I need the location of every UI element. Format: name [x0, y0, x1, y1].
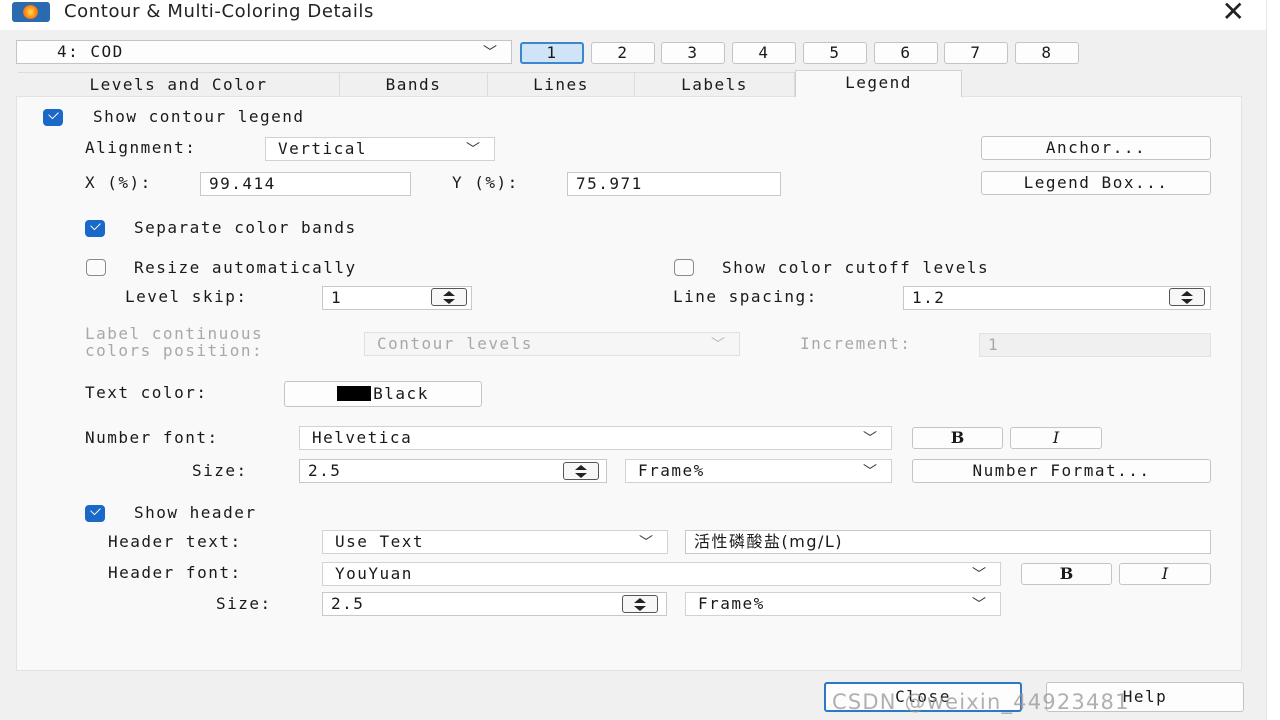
alignment-label: Alignment: — [85, 138, 197, 157]
label-position-value: Contour levels — [377, 334, 533, 353]
text-color-value: Black — [373, 384, 429, 403]
cutoff-label: Show color cutoff levels — [722, 258, 990, 277]
tab-legend[interactable]: Legend — [795, 70, 962, 97]
resize-label: Resize automatically — [134, 258, 357, 277]
number-font-dropdown[interactable]: Helvetica ﹀ — [299, 426, 892, 450]
header-text-label: Header text: — [108, 532, 242, 551]
header-text-mode-dropdown[interactable]: Use Text ﹀ — [322, 530, 668, 554]
tab-levels-and-color[interactable]: Levels and Color — [18, 72, 340, 96]
line-spacing-input[interactable]: 1.2 — [903, 286, 1211, 310]
zone-button-6[interactable]: 6 — [874, 42, 938, 64]
label-position-dropdown[interactable]: Contour levels ﹀ — [364, 332, 740, 356]
header-font-italic-button[interactable]: I — [1119, 563, 1211, 585]
window-title: Contour & Multi-Coloring Details — [64, 1, 374, 22]
anchor-button[interactable]: Anchor... — [981, 136, 1211, 160]
chevron-down-icon: ﹀ — [483, 45, 497, 61]
zone-button-7[interactable]: 7 — [944, 42, 1008, 64]
increment-label: Increment: — [800, 334, 912, 353]
header-size-units-dropdown[interactable]: Frame% ﹀ — [685, 592, 1001, 616]
text-color-button[interactable]: Black — [284, 381, 482, 407]
window-edge — [1266, 0, 1280, 720]
zone-button-2[interactable]: 2 — [591, 42, 655, 64]
label-continuous-label-line2: colors position: — [85, 341, 264, 360]
show-header-checkbox[interactable] — [85, 505, 105, 522]
level-skip-label: Level skip: — [125, 287, 248, 306]
header-font-dropdown[interactable]: YouYuan ﹀ — [322, 562, 1001, 586]
chevron-down-icon: ﹀ — [639, 535, 653, 551]
header-size-units-value: Frame% — [698, 594, 765, 613]
text-color-swatch — [337, 386, 372, 401]
legend-box-button[interactable]: Legend Box... — [981, 171, 1211, 195]
increment-input[interactable]: 1 — [979, 333, 1211, 357]
show-legend-checkbox[interactable] — [43, 109, 63, 126]
y-label: Y (%): — [452, 173, 519, 192]
line-spacing-spinner[interactable] — [1169, 288, 1205, 306]
resize-checkbox[interactable] — [86, 259, 106, 276]
number-font-value: Helvetica — [312, 428, 413, 447]
number-size-spinner[interactable] — [563, 462, 599, 480]
tab-bands[interactable]: Bands — [340, 72, 488, 96]
number-size-input[interactable]: 2.5 — [299, 459, 607, 483]
zone-select-value: 4: COD — [57, 42, 124, 61]
separate-bands-checkbox[interactable] — [85, 220, 105, 237]
number-size-units-value: Frame% — [638, 461, 705, 480]
line-spacing-label: Line spacing: — [673, 287, 818, 306]
level-skip-spinner[interactable] — [431, 288, 467, 306]
zone-button-8[interactable]: 8 — [1015, 42, 1079, 64]
alignment-value: Vertical — [278, 139, 368, 158]
number-font-label: Number font: — [85, 428, 219, 447]
header-font-label: Header font: — [108, 563, 242, 582]
number-font-italic-button[interactable]: I — [1010, 427, 1102, 449]
separate-bands-label: Separate color bands — [134, 218, 357, 237]
chevron-down-icon: ﹀ — [466, 142, 480, 158]
watermark: CSDN @weixin_44923481 — [832, 690, 1130, 714]
header-text-mode-value: Use Text — [335, 532, 425, 551]
app-icon — [12, 2, 50, 22]
chevron-down-icon: ﹀ — [711, 337, 725, 353]
alignment-dropdown[interactable]: Vertical ﹀ — [265, 137, 495, 161]
show-header-label: Show header — [134, 503, 257, 522]
chevron-down-icon: ﹀ — [863, 464, 877, 480]
x-label: X (%): — [85, 173, 152, 192]
header-font-value: YouYuan — [335, 564, 413, 583]
zone-button-1[interactable]: 1 — [520, 42, 584, 64]
chevron-down-icon: ﹀ — [863, 431, 877, 447]
chevron-down-icon: ﹀ — [972, 597, 986, 613]
zone-select[interactable]: 4: COD ﹀ — [16, 40, 512, 64]
number-size-label: Size: — [192, 461, 248, 480]
zone-button-3[interactable]: 3 — [661, 42, 725, 64]
zone-button-4[interactable]: 4 — [732, 42, 796, 64]
header-size-input[interactable]: 2.5 — [322, 592, 667, 616]
header-font-bold-button[interactable]: B — [1021, 563, 1112, 585]
number-size-units-dropdown[interactable]: Frame% ﹀ — [625, 459, 892, 483]
tab-lines[interactable]: Lines — [488, 72, 635, 96]
number-font-bold-button[interactable]: B — [912, 427, 1003, 449]
header-text-input[interactable]: 活性磷酸盐(mg/L) — [685, 530, 1211, 554]
close-window-icon[interactable]: ✕ — [1216, 0, 1252, 26]
number-format-button[interactable]: Number Format... — [912, 459, 1211, 483]
text-color-label: Text color: — [85, 383, 208, 402]
header-size-label: Size: — [216, 594, 272, 613]
header-size-spinner[interactable] — [622, 595, 658, 613]
chevron-down-icon: ﹀ — [972, 567, 986, 583]
tab-labels[interactable]: Labels — [635, 72, 795, 96]
x-position-input[interactable]: 99.414 — [200, 172, 411, 196]
y-position-input[interactable]: 75.971 — [567, 172, 781, 196]
show-legend-label: Show contour legend — [93, 107, 305, 126]
cutoff-checkbox[interactable] — [674, 259, 694, 276]
zone-button-5[interactable]: 5 — [803, 42, 867, 64]
